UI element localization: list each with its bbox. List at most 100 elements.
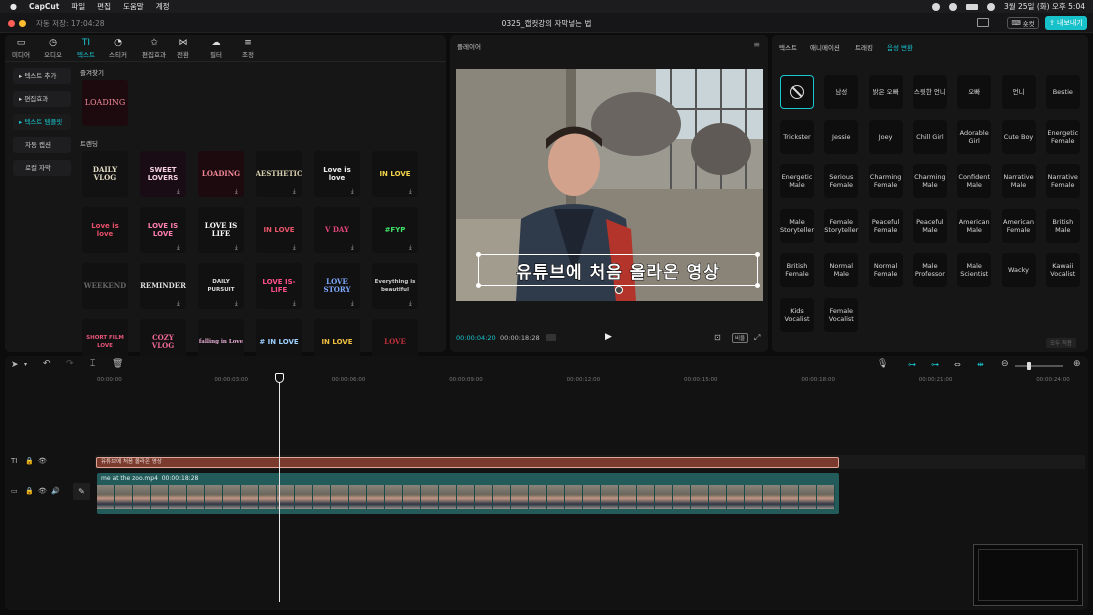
shortcut-button[interactable]: ⌨ 숏컷 <box>1007 17 1039 29</box>
download-icon[interactable]: ⤓ <box>177 245 183 251</box>
playhead-handle[interactable] <box>275 373 284 383</box>
template-card[interactable]: LOADING ⤓ <box>198 151 244 197</box>
download-icon[interactable]: ⤓ <box>293 245 299 251</box>
zoom-in-icon[interactable]: ⊕ <box>1073 359 1081 369</box>
download-icon[interactable]: ⤓ <box>235 301 241 307</box>
select-tool-icon[interactable]: ➤ <box>11 360 19 370</box>
template-card[interactable]: IN LOVE ⤓ <box>372 151 418 197</box>
microphone-icon[interactable]: 🎙 <box>877 359 888 369</box>
voice-option[interactable]: American Male <box>957 208 992 243</box>
download-icon[interactable]: ⤓ <box>177 301 183 307</box>
ratio-button[interactable]: 비율 <box>732 333 749 343</box>
menu-edit[interactable]: 편집 <box>97 1 111 12</box>
template-card[interactable]: #FYP ⤓ <box>372 207 418 253</box>
download-icon[interactable]: ⤓ <box>409 189 415 195</box>
battery-icon[interactable] <box>965 3 978 10</box>
text-clip[interactable]: 유튜브에 처음 올라온 영상 <box>96 457 839 468</box>
voice-option[interactable]: Serious Female <box>824 164 859 198</box>
download-icon[interactable]: ⤓ <box>351 245 357 251</box>
voice-option[interactable]: Male Professor <box>912 253 947 287</box>
voice-option[interactable]: Normal Male <box>824 253 859 287</box>
menu-account[interactable]: 계정 <box>156 1 170 12</box>
layout-icon[interactable] <box>977 18 989 27</box>
voice-option[interactable]: Narrative Male <box>1001 164 1036 198</box>
voice-option[interactable]: Male Scientist <box>957 253 992 287</box>
tab-filter[interactable]: ☁ 필터 <box>201 37 231 60</box>
voice-option[interactable]: Cute Boy <box>1001 119 1036 154</box>
zoom-slider-handle[interactable] <box>1027 362 1031 370</box>
voice-option[interactable]: Peaceful Female <box>868 208 903 243</box>
lock-icon[interactable]: 🔒 <box>25 457 34 465</box>
screenshot-icon[interactable]: ⊡ <box>714 333 721 342</box>
voice-option[interactable]: Energetic Female <box>1045 119 1080 154</box>
tab-transition[interactable]: ⋈ 전환 <box>168 37 198 60</box>
link-clips-icon[interactable]: ⇔ <box>954 360 961 369</box>
voice-option[interactable]: Male Storyteller <box>780 208 814 243</box>
lock-icon[interactable]: 🔒 <box>25 487 34 495</box>
voice-option[interactable]: Joey <box>868 119 903 154</box>
tab-effects[interactable]: ✩ 편집효과 <box>136 37 172 60</box>
voice-option[interactable]: Kawaii Vocalist <box>1045 253 1080 287</box>
voice-option[interactable]: Charming Female <box>868 164 903 198</box>
voice-option[interactable]: Narrative Female <box>1045 164 1080 198</box>
fullscreen-icon[interactable]: ⤢ <box>754 333 760 343</box>
tab-tracking[interactable]: 트래킹 <box>855 42 873 52</box>
voice-none-option[interactable] <box>780 75 814 109</box>
preview-minimap[interactable] <box>973 544 1083 606</box>
resize-handle[interactable] <box>476 283 481 288</box>
speaker-icon[interactable]: 🔊 <box>51 487 60 495</box>
template-card[interactable]: LOADING <box>82 80 128 126</box>
download-icon[interactable]: ⤓ <box>177 189 183 195</box>
resize-handle[interactable] <box>755 252 760 257</box>
voice-option[interactable]: 언니 <box>1001 75 1036 109</box>
sidebar-item-auto-caption[interactable]: 자동 캡션 <box>13 137 71 153</box>
voice-option[interactable]: 남성 <box>824 75 859 109</box>
template-card[interactable]: LOVE IS-LIFE ⤓ <box>256 263 302 309</box>
search-icon[interactable] <box>986 2 995 11</box>
video-preview[interactable]: 유튜브에 처음 올라온 영상 <box>456 69 763 301</box>
download-icon[interactable]: ⤓ <box>409 245 415 251</box>
apple-icon[interactable]: ● <box>10 2 17 11</box>
voice-option[interactable]: Energetic Male <box>780 164 814 198</box>
sidebar-item-add-text[interactable]: ▸ 텍스트 추가 <box>13 68 71 84</box>
chevron-down-icon[interactable]: ▾ <box>24 361 27 368</box>
delete-icon[interactable]: 🗑 <box>112 359 123 369</box>
voice-option[interactable]: Trickster <box>780 119 814 154</box>
snap-icon[interactable]: ⊶ <box>931 360 939 369</box>
template-card[interactable]: Everything is beautiful ⤓ <box>372 263 418 309</box>
template-card[interactable]: AESTHETIC ⤓ <box>256 151 302 197</box>
playhead[interactable] <box>279 374 280 602</box>
template-card[interactable]: LOVE IS LOVE ⤓ <box>140 207 186 253</box>
tab-animation[interactable]: 애니메이션 <box>810 42 840 52</box>
voice-option[interactable]: Kids Vocalist <box>780 297 814 332</box>
tab-text[interactable]: TI 텍스트 <box>71 37 101 60</box>
undo-icon[interactable]: ↶ <box>43 359 51 369</box>
template-card[interactable]: REMINDER ⤓ <box>140 263 186 309</box>
resize-handle[interactable] <box>476 252 481 257</box>
sidebar-item-effects[interactable]: ▸ 편집효과 <box>13 91 71 107</box>
resize-handle[interactable] <box>755 283 760 288</box>
cover-edit-button[interactable]: ✎ <box>73 483 90 500</box>
voice-option[interactable]: 오빠 <box>957 75 992 109</box>
zoom-slider[interactable] <box>1015 362 1063 370</box>
tab-media[interactable]: ▭ 미디어 <box>6 37 36 60</box>
tab-adjust[interactable]: ≡ 조정 <box>233 37 263 60</box>
template-card[interactable]: IN LOVE ⤓ <box>256 207 302 253</box>
apply-all-button[interactable]: 모두 적용 <box>1046 338 1076 348</box>
voice-option[interactable]: Chill Girl <box>912 119 947 154</box>
voice-option[interactable]: 밝은 오빠 <box>868 75 903 109</box>
template-card[interactable]: Love is love ⤓ <box>314 151 360 197</box>
voice-option[interactable]: Wacky <box>1001 253 1036 287</box>
download-icon[interactable]: ⤓ <box>351 301 357 307</box>
eye-icon[interactable]: 👁 <box>38 457 47 465</box>
voice-option[interactable]: 스윗한 언니 <box>912 75 947 109</box>
menubar-clock[interactable]: 3월 25일 (화) 오후 5:04 <box>1004 1 1085 12</box>
tab-sticker[interactable]: ◔ 스티커 <box>103 37 133 60</box>
voice-option[interactable]: Bestie <box>1045 75 1080 109</box>
voice-option[interactable]: Female Vocalist <box>824 297 859 332</box>
template-card[interactable]: DAILY VLOG <box>82 151 128 197</box>
voice-option[interactable]: American Female <box>1001 208 1036 243</box>
download-icon[interactable]: ⤓ <box>409 301 415 307</box>
template-card[interactable]: WEEKEND <box>82 263 128 309</box>
video-clip[interactable]: me at the zoo.mp4 00:00:18:28 <box>97 473 839 514</box>
